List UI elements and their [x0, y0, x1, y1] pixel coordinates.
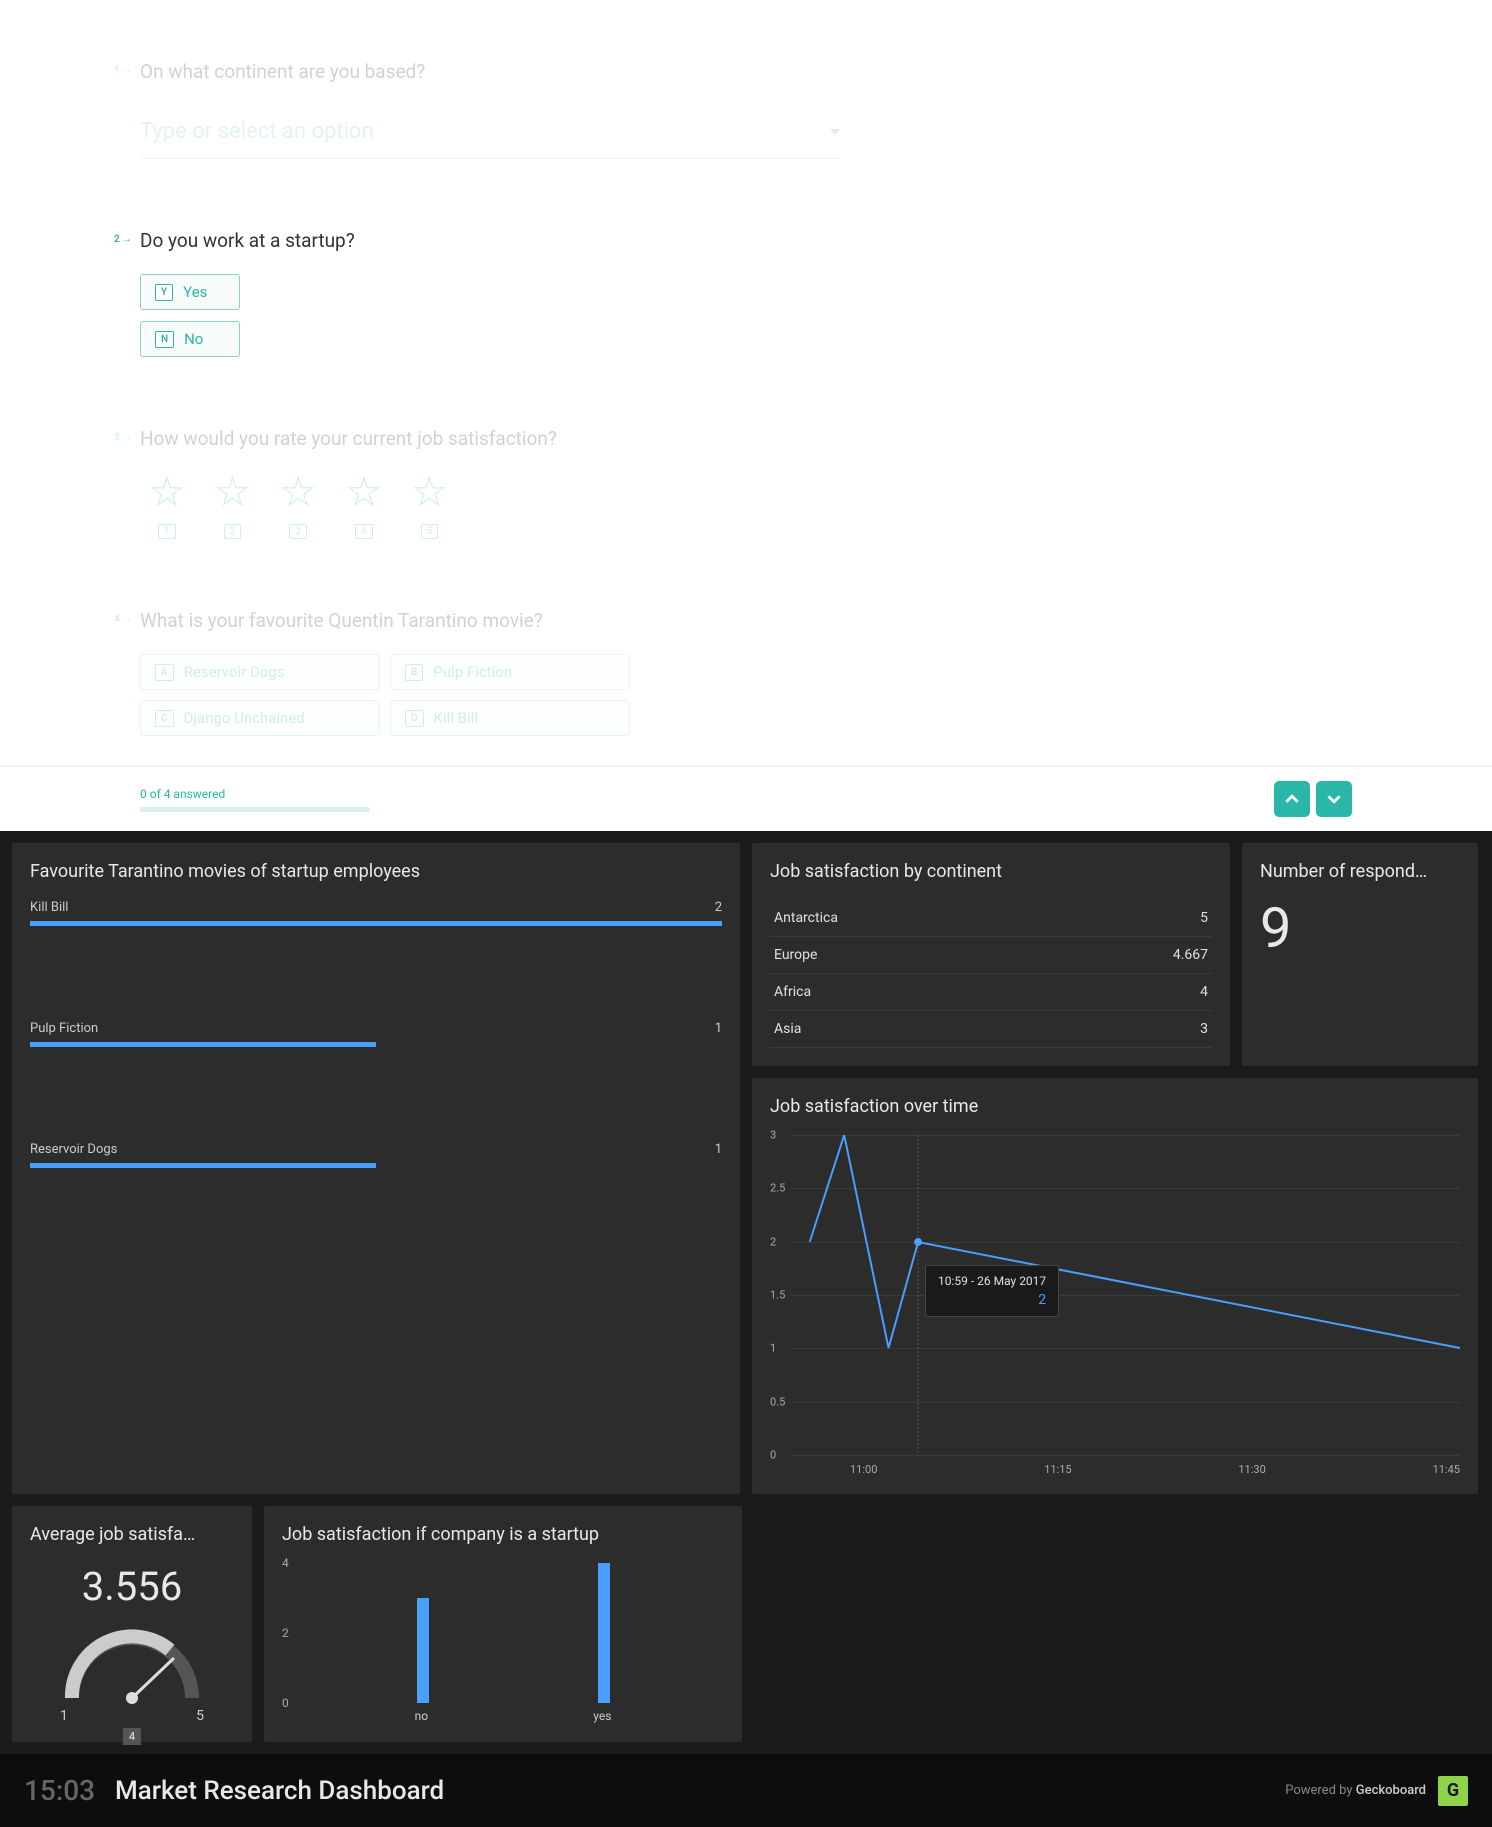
key-hint: Y — [155, 284, 173, 301]
question-text: What is your favourite Quentin Tarantino… — [140, 609, 1352, 632]
option-no[interactable]: N No — [140, 321, 240, 357]
question-number: 2→ — [112, 232, 132, 245]
star-icon: ☆ — [411, 472, 449, 514]
progress-bar — [140, 807, 370, 812]
star-icon: ☆ — [214, 472, 252, 514]
gauge-icon — [52, 1618, 212, 1708]
select-placeholder: Type or select an option — [140, 119, 374, 144]
bar-yes — [598, 1563, 610, 1703]
option-kill-bill[interactable]: DKill Bill — [390, 700, 630, 736]
option-pulp-fiction[interactable]: BPulp Fiction — [390, 654, 630, 690]
bar-row: Kill Bill2 — [30, 900, 722, 926]
question-text: How would you rate your current job sati… — [140, 427, 1352, 450]
chart-tooltip: 10:59 - 26 May 2017 2 — [925, 1265, 1059, 1317]
chevron-up-icon — [1285, 792, 1299, 806]
card-title: Average job satisfa… — [30, 1524, 234, 1545]
respondents-card: Number of respond… 9 — [1242, 843, 1478, 1066]
card-title: Favourite Tarantino movies of startup em… — [30, 861, 722, 882]
table-row: Europe4.667 — [770, 937, 1212, 974]
question-3: 3→ How would you rate your current job s… — [140, 427, 1352, 539]
progress-footer: 0 of 4 answered — [0, 766, 1492, 831]
table-row: Antarctica5 — [770, 900, 1212, 937]
question-4: 4→ What is your favourite Quentin Tarant… — [140, 609, 1352, 736]
question-text: On what continent are you based? — [140, 60, 1352, 83]
powered-by: Powered by Geckoboard — [1285, 1783, 1426, 1798]
dashboard-row-2: Average job satisfa… 3.556 1 5 4 Job sat… — [0, 1506, 1492, 1754]
star-5[interactable]: ☆5 — [411, 472, 449, 539]
option-yes[interactable]: Y Yes — [140, 274, 240, 310]
dashboard-footer: 15:03 Market Research Dashboard Powered … — [0, 1754, 1492, 1827]
geckoboard-logo-icon: G — [1438, 1776, 1468, 1806]
question-number: 4→ — [112, 612, 132, 625]
option-label: No — [184, 330, 203, 348]
chevron-down-icon — [1327, 792, 1341, 806]
dashboard-title: Market Research Dashboard — [115, 1776, 444, 1806]
gauge-marker: 4 — [123, 1728, 141, 1745]
card-title: Job satisfaction over time — [770, 1096, 1460, 1117]
question-1: 1→ On what continent are you based? Type… — [140, 60, 1352, 159]
question-2: 2→ Do you work at a startup? Y Yes N No — [140, 229, 1352, 357]
table-row: Asia3 — [770, 1011, 1212, 1048]
continent-table: Antarctica5 Europe4.667 Africa4 Asia3 — [770, 900, 1212, 1048]
star-icon: ☆ — [345, 472, 383, 514]
option-reservoir-dogs[interactable]: AReservoir Dogs — [140, 654, 380, 690]
star-4[interactable]: ☆4 — [345, 472, 383, 539]
line-chart: 3 2.5 2 1.5 1 0.5 0 10:59 - 26 May 2017 … — [770, 1135, 1460, 1455]
card-title: Number of respond… — [1260, 861, 1460, 882]
respondent-count: 9 — [1260, 900, 1460, 956]
movies-chart-card: Favourite Tarantino movies of startup em… — [12, 843, 740, 1494]
star-icon: ☆ — [279, 472, 317, 514]
prev-button[interactable] — [1274, 781, 1310, 817]
table-row: Africa4 — [770, 974, 1212, 1011]
card-title: Job satisfaction by continent — [770, 861, 1212, 882]
progress-text: 0 of 4 answered — [140, 787, 370, 801]
clock: 15:03 — [24, 1774, 95, 1807]
question-number: 3→ — [112, 430, 132, 443]
bar-row: Reservoir Dogs1 — [30, 1142, 722, 1168]
gauge-value: 3.556 — [30, 1563, 234, 1610]
key-hint: N — [155, 331, 174, 348]
star-icon: ☆ — [148, 472, 186, 514]
average-satisfaction-card: Average job satisfa… 3.556 1 5 4 — [12, 1506, 252, 1742]
satisfaction-by-continent-card: Job satisfaction by continent Antarctica… — [752, 843, 1230, 1066]
option-django-unchained[interactable]: CDjango Unchained — [140, 700, 380, 736]
bar-no — [417, 1598, 429, 1703]
star-1[interactable]: ☆1 — [148, 472, 186, 539]
bar-row: Pulp Fiction1 — [30, 1021, 722, 1047]
chevron-down-icon — [830, 129, 840, 135]
dashboard: Favourite Tarantino movies of startup em… — [0, 831, 1492, 1506]
card-title: Job satisfaction if company is a startup — [282, 1524, 724, 1545]
continent-select[interactable]: Type or select an option — [140, 105, 840, 159]
question-text: Do you work at a startup? — [140, 229, 1352, 252]
bar-chart: 4 2 0 — [282, 1563, 724, 1703]
star-3[interactable]: ☆3 — [279, 472, 317, 539]
option-label: Yes — [183, 283, 207, 301]
star-2[interactable]: ☆2 — [214, 472, 252, 539]
satisfaction-over-time-card: Job satisfaction over time 3 2.5 2 1.5 1… — [752, 1078, 1478, 1494]
next-button[interactable] — [1316, 781, 1352, 817]
startup-satisfaction-card: Job satisfaction if company is a startup… — [264, 1506, 742, 1742]
question-number: 1→ — [112, 63, 132, 76]
